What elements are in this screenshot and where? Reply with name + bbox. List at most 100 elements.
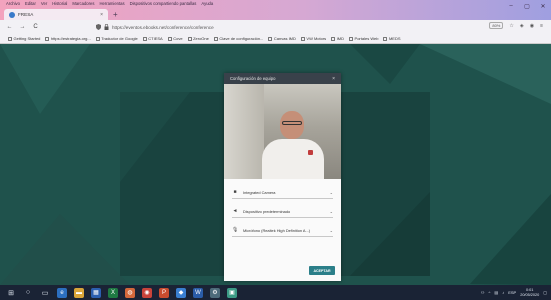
notification-icon[interactable]: ▢	[543, 290, 547, 295]
close-icon[interactable]: ×	[332, 76, 335, 82]
clock-date: 20/05/2020	[520, 292, 540, 297]
zoom-level[interactable]: 80%	[489, 22, 504, 29]
dialog-title: Configuración de equipo	[230, 76, 276, 81]
folder-icon	[349, 36, 354, 41]
windows-taskbar: ⊞ ○ ▭ e ▬ ▦ X ◍ ◉ P ◆ W ⚙ ▣ ⚇ ^ ▤ ♪ ESP …	[0, 285, 551, 300]
bookmark[interactable]: https://estrategia.org...	[45, 36, 91, 41]
star-icon[interactable]: ☆	[509, 23, 513, 29]
menu-item[interactable]: Dispositivos compartiendo pantallas	[130, 1, 197, 8]
folder-icon	[142, 36, 147, 41]
menu-item[interactable]: Historial	[52, 1, 67, 8]
close-window-button[interactable]: ✕	[535, 0, 551, 12]
speaker-select-value: Dispositivo predeterminado	[243, 208, 291, 214]
new-tab-button[interactable]: +	[113, 9, 118, 20]
menu-icon[interactable]: ≡	[540, 23, 543, 29]
chevron-down-icon: ⌄	[329, 189, 333, 195]
folder-icon	[331, 36, 336, 41]
folder-icon	[268, 36, 273, 41]
chrome-icon[interactable]: ◉	[142, 287, 152, 298]
browser-titlebar: Archivo Editar Ver Historial Marcadores …	[0, 0, 551, 20]
tab-title: FRESA	[18, 12, 34, 17]
speaker-icon: ◄	[232, 208, 238, 214]
bookmark-icon	[45, 36, 50, 41]
preview-person-glasses	[282, 121, 302, 125]
folder-icon	[383, 36, 388, 41]
microphone-select[interactable]: 🎙 Micrófono (Realtek High Definition A..…	[232, 224, 333, 237]
forward-button[interactable]: →	[19, 24, 26, 30]
camera-select-value: Integrated Camera	[243, 189, 276, 195]
bookmark[interactable]: CTIESA	[142, 36, 163, 41]
excel-icon[interactable]: X	[108, 287, 118, 298]
folder-icon	[187, 36, 192, 41]
firefox-icon[interactable]: ◍	[125, 287, 135, 298]
camera-select[interactable]: ■ Integrated Camera ⌄	[232, 186, 333, 199]
tab-close-icon[interactable]: ×	[100, 12, 103, 18]
windows-start-icon[interactable]: ⊞	[6, 288, 16, 298]
reload-button[interactable]: C	[32, 24, 39, 30]
bookmark-label: ZeroOne	[193, 36, 209, 41]
bookmark-label: CTIESA	[148, 36, 163, 41]
bookmark[interactable]: MEDS	[383, 36, 401, 41]
favicon-icon	[9, 11, 15, 18]
people-icon[interactable]: ⚇	[481, 290, 485, 295]
chat-icon[interactable]: ▣	[227, 287, 237, 298]
menu-item[interactable]: Ayuda	[201, 1, 213, 8]
volume-icon[interactable]: ♪	[502, 290, 504, 295]
dialog-header: Configuración de equipo ×	[224, 73, 341, 84]
clock[interactable]: 0:01 20/05/2020	[520, 288, 539, 298]
account-icon[interactable]: ◉	[530, 23, 534, 29]
bookmark[interactable]: Clave de configuración...	[213, 36, 263, 41]
pocket-icon[interactable]: ◈	[520, 23, 524, 29]
word-icon[interactable]: W	[193, 287, 203, 298]
address-bar[interactable]: https://eventos.ebooks.net/conference/co…	[96, 22, 436, 32]
bookmark[interactable]: VW Motors	[300, 36, 327, 41]
menu-item[interactable]: Herramientas	[99, 1, 124, 8]
microphone-icon: 🎙	[232, 227, 239, 233]
back-button[interactable]: ←	[6, 24, 13, 30]
window-controls: – ▢ ✕	[503, 0, 551, 12]
camera-icon: ■	[233, 189, 237, 195]
menu-item[interactable]: Ver	[41, 1, 47, 8]
speaker-select[interactable]: ◄ Dispositivo predeterminado ⌄	[232, 205, 333, 218]
browser-tab[interactable]: FRESA ×	[4, 9, 108, 20]
accept-button[interactable]: ACEPTAR	[309, 266, 335, 275]
app-icon[interactable]: ◆	[176, 287, 186, 298]
bookmark-label: IMD	[336, 36, 345, 41]
menu-item[interactable]: Archivo	[6, 1, 20, 8]
bookmark-icon	[95, 36, 100, 41]
bookmark[interactable]: Traductor de Google	[95, 36, 138, 41]
system-tray: ⚇ ^ ▤ ♪ ESP 0:01 20/05/2020 ▢	[481, 285, 547, 300]
bookmarks-bar: Getting Started https://estrategia.org..…	[0, 34, 551, 44]
powerpoint-icon[interactable]: P	[159, 287, 169, 298]
store-icon[interactable]: ▦	[91, 287, 101, 298]
shirt-logo	[308, 150, 313, 155]
search-icon[interactable]: ○	[23, 288, 33, 298]
bookmark[interactable]: Getting Started	[8, 36, 40, 41]
settings-icon[interactable]: ⚙	[210, 287, 220, 298]
task-view-icon[interactable]: ▭	[40, 288, 50, 298]
bookmark-label: VW Motors	[306, 36, 327, 41]
bookmark[interactable]: Cove	[167, 36, 183, 41]
bookmark-label: Cove	[173, 36, 183, 41]
bookmark[interactable]: IMD	[331, 36, 344, 41]
menu-item[interactable]: Editar	[25, 1, 36, 8]
bookmark[interactable]: ZeroOne	[187, 36, 209, 41]
bookmark-label: Traductor de Google	[101, 36, 138, 41]
bookmark[interactable]: Portales Web	[349, 36, 378, 41]
up-arrow-icon[interactable]: ^	[489, 290, 491, 295]
lock-icon	[104, 24, 109, 30]
menu-item[interactable]: Marcadores	[72, 1, 94, 8]
browser-toolbar: ← → C https://eventos.ebooks.net/confere…	[0, 20, 551, 34]
minimize-button[interactable]: –	[503, 0, 519, 12]
language-indicator[interactable]: ESP	[508, 290, 516, 295]
toolbar-right: 80% ☆ ◈ ◉ ≡	[489, 22, 543, 29]
folder-icon	[300, 36, 305, 41]
bookmark-icon	[8, 36, 12, 41]
bookmark[interactable]: Canvas IMD	[268, 36, 296, 41]
network-icon[interactable]: ▤	[494, 290, 498, 295]
edge-icon[interactable]: e	[57, 287, 67, 298]
explorer-icon[interactable]: ▬	[74, 287, 84, 298]
preview-person-head	[280, 111, 304, 139]
maximize-button[interactable]: ▢	[519, 0, 535, 12]
microphone-select-value: Micrófono (Realtek High Definition A...)	[243, 227, 311, 233]
